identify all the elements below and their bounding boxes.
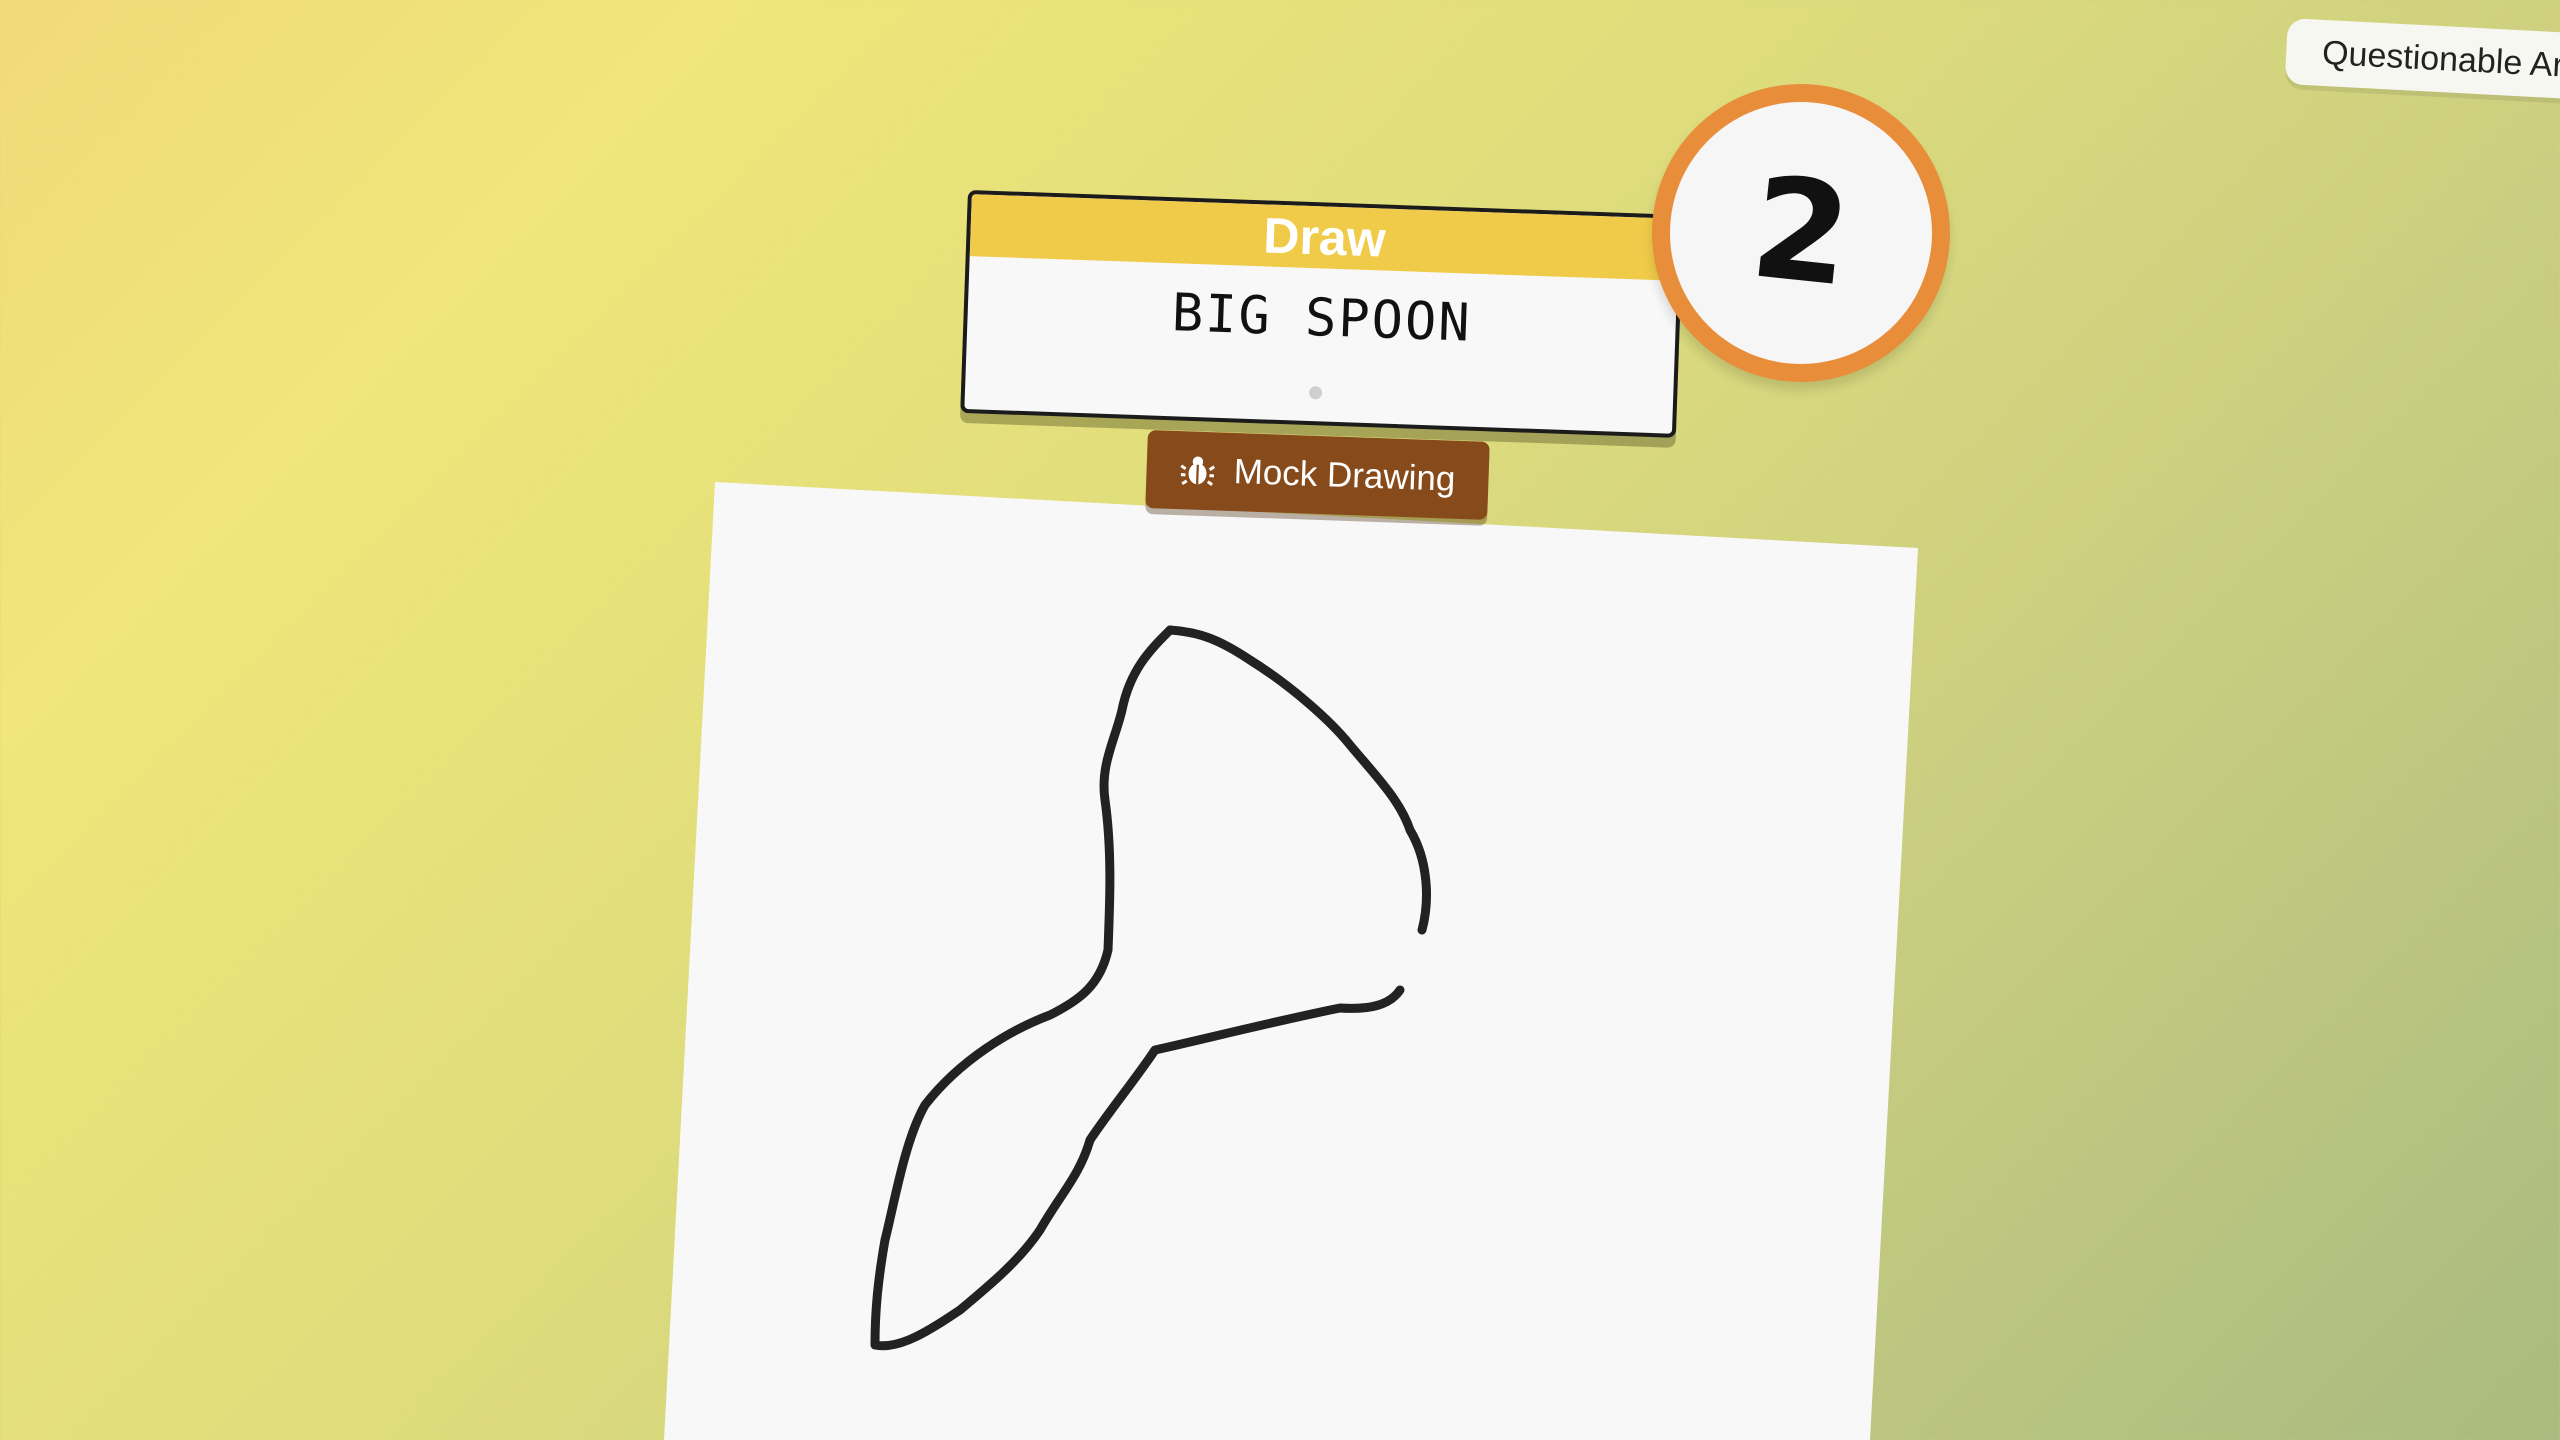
bug-icon — [1180, 456, 1216, 486]
mock-drawing-label: Mock Drawing — [1233, 452, 1457, 499]
drawing-canvas[interactable] — [664, 482, 1918, 1440]
prompt-card: Draw BIG SPOON — [960, 190, 1684, 438]
mock-drawing-button[interactable]: Mock Drawing — [1145, 430, 1490, 520]
player-name-label: Questionable Ar — [2321, 33, 2560, 85]
prompt-word: BIG SPOON — [1170, 283, 1473, 354]
prompt-indicator-dot — [1308, 386, 1323, 400]
